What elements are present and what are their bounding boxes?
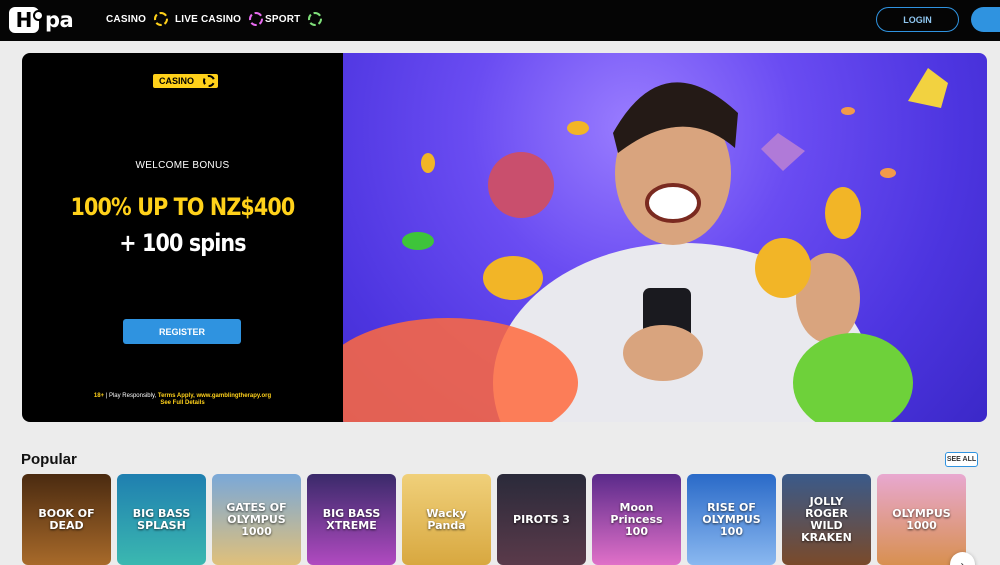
casino-badge: CASINO bbox=[153, 74, 219, 88]
terms-fineprint: 18+ | Play Responsibly, Terms Apply, www… bbox=[22, 393, 343, 407]
game-title: BIG BASS XTREME bbox=[322, 506, 381, 532]
person-hand bbox=[623, 325, 703, 381]
casino-badge-chip-icon bbox=[203, 75, 216, 87]
popular-games-row: BOOK OF DEAD BIG BASS SPLASH GATES OF OL… bbox=[22, 474, 966, 565]
game-tile-book-of-dead[interactable]: BOOK OF DEAD bbox=[22, 474, 111, 565]
game-title: RISE OF OLYMPUS 100 bbox=[702, 500, 761, 538]
green-candy bbox=[402, 232, 434, 250]
game-title: Wacky Panda bbox=[426, 506, 467, 532]
game-title: BIG BASS SPLASH bbox=[132, 506, 191, 532]
hopa-logo[interactable]: H pa bbox=[9, 6, 74, 34]
yellow-gem bbox=[908, 68, 948, 108]
game-tile-moon-princess-100[interactable]: Moon Princess 100 bbox=[592, 474, 681, 565]
purple-gem bbox=[761, 133, 805, 171]
hero-illustration bbox=[343, 68, 948, 422]
casino-chip-icon bbox=[154, 12, 169, 26]
bonus-amount: 100% UP TO NZ$400 bbox=[70, 193, 296, 221]
full-details-link[interactable]: See Full Details bbox=[22, 400, 343, 407]
game-tile-gates-of-olympus-1000[interactable]: GATES OF OLYMPUS 1000 bbox=[212, 474, 301, 565]
nav-casino-label: CASINO bbox=[106, 13, 147, 25]
logo-letter: H bbox=[15, 8, 33, 32]
top-navigation-bar: H pa CASINO LIVE CASINO SPORT LOGIN bbox=[0, 0, 1000, 41]
small-coin bbox=[421, 153, 435, 173]
nav-live-casino-label: LIVE CASINO bbox=[175, 13, 242, 25]
logo-text: pa bbox=[45, 8, 74, 32]
game-tile-jolly-roger[interactable]: JOLLY ROGER WILD KRAKEN bbox=[782, 474, 871, 565]
see-all-button[interactable]: SEE ALL bbox=[945, 452, 978, 467]
bonus-spins: + 100 spins bbox=[119, 229, 246, 257]
game-title: JOLLY ROGER WILD KRAKEN bbox=[801, 494, 852, 544]
sport-chip-icon bbox=[308, 12, 323, 26]
game-title: PIROTS 3 bbox=[513, 512, 570, 526]
game-tile-big-bass-xtreme[interactable]: BIG BASS XTREME bbox=[307, 474, 396, 565]
register-button[interactable]: REGISTER bbox=[123, 319, 241, 344]
hero-banner: CASINO WELCOME BONUS 100% UP TO NZ$400 +… bbox=[22, 53, 987, 422]
orange-slice bbox=[825, 187, 861, 239]
game-title: BOOK OF DEAD bbox=[38, 506, 95, 532]
logo-dot bbox=[33, 10, 44, 21]
popular-heading: Popular bbox=[21, 451, 77, 468]
signup-button[interactable] bbox=[971, 7, 1000, 32]
game-title: OLYMPUS 1000 bbox=[892, 506, 951, 532]
age-restriction: 18+ bbox=[93, 393, 105, 399]
fineprint-line-1: 18+ | Play Responsibly, Terms Apply, www… bbox=[22, 393, 343, 400]
casino-badge-label: CASINO bbox=[159, 76, 195, 86]
hero-promo-panel: CASINO WELCOME BONUS 100% UP TO NZ$400 +… bbox=[22, 53, 343, 422]
gold-coin bbox=[483, 256, 543, 300]
game-title: Moon Princess 100 bbox=[610, 500, 663, 538]
logo-h-mark: H bbox=[9, 7, 44, 33]
game-tile-olympus-1000[interactable]: OLYMPUS 1000 bbox=[877, 474, 966, 565]
nav-live-casino[interactable]: LIVE CASINO bbox=[175, 12, 264, 26]
login-button[interactable]: LOGIN bbox=[876, 7, 959, 32]
terms-link[interactable]: Terms Apply, www.gamblingtherapy.org bbox=[158, 393, 271, 399]
nav-sport-label: SPORT bbox=[265, 13, 301, 25]
person-smile bbox=[645, 183, 701, 223]
spark-1 bbox=[880, 168, 896, 178]
game-tile-pirots-3[interactable]: PIROTS 3 bbox=[497, 474, 586, 565]
nav-casino[interactable]: CASINO bbox=[106, 12, 169, 26]
small-coin-top bbox=[567, 121, 589, 135]
live-casino-chip-icon bbox=[249, 12, 264, 26]
game-title: GATES OF OLYMPUS 1000 bbox=[226, 500, 287, 538]
gold-coin-right bbox=[755, 238, 811, 298]
welcome-bonus-label: WELCOME BONUS bbox=[135, 160, 230, 171]
game-tile-wacky-panda[interactable]: Wacky Panda bbox=[402, 474, 491, 565]
hero-image bbox=[343, 53, 987, 422]
game-tile-rise-of-olympus-100[interactable]: RISE OF OLYMPUS 100 bbox=[687, 474, 776, 565]
game-tile-big-bass-splash[interactable]: BIG BASS SPLASH bbox=[117, 474, 206, 565]
raspberry bbox=[488, 152, 554, 218]
spark-2 bbox=[841, 107, 855, 115]
play-responsibly-text: | Play Responsibly, bbox=[104, 393, 158, 399]
carousel-next-arrow-icon[interactable]: › bbox=[950, 552, 975, 565]
nav-sport[interactable]: SPORT bbox=[265, 12, 323, 26]
